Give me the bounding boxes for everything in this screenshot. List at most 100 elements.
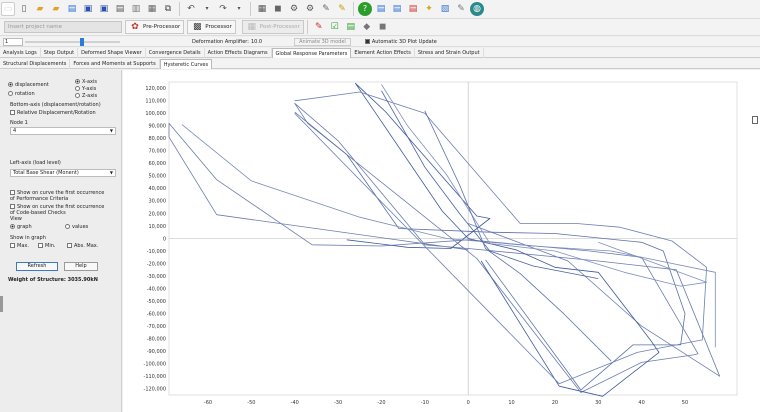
postprocessor-button[interactable]: ▦ Post-Processor — [241, 20, 304, 34]
displacement-radio[interactable]: displacement — [8, 82, 49, 88]
yaxis-radio-dot[interactable] — [75, 86, 80, 91]
tutorial-icon[interactable]: ▤ — [406, 2, 420, 16]
updates-icon[interactable]: ▧ — [438, 2, 452, 16]
y-tick-label: 60,000 — [149, 161, 167, 167]
max-checkbox[interactable]: Max. — [10, 243, 29, 249]
export-results-icon[interactable]: ▤ — [344, 20, 358, 34]
cube-icon[interactable]: ◼ — [376, 20, 390, 34]
code-checks-checkbox[interactable]: Show on curve the first occurrence of Co… — [10, 204, 110, 216]
tab-structural-displacements[interactable]: Structural Displacements — [0, 58, 71, 69]
relative-displacement-check[interactable] — [10, 110, 15, 115]
tab-step-output[interactable]: Step Output — [41, 47, 79, 58]
performance-criteria-label: Show on curve the first occurrence of Pe… — [10, 190, 105, 202]
refresh-button[interactable]: Refresh — [16, 262, 58, 271]
values-radio[interactable]: values — [65, 224, 88, 230]
y-tick-label: -110,000 — [144, 374, 166, 380]
tab-hysteretic-curves[interactable]: Hysteretic Curves — [159, 58, 213, 69]
y-tick-label: -120,000 — [144, 387, 166, 393]
preprocessor-button[interactable]: ✿ Pre-Processor — [125, 20, 185, 34]
rotation-radio[interactable]: rotation — [8, 91, 35, 97]
deformation-amplifier-value[interactable]: 10.0 — [251, 39, 262, 45]
save-as-icon[interactable]: ▣ — [97, 2, 111, 16]
main-toolbar: ▭ ▯ ▰ ▰ ▤ ▣ ▣ ▤ ▥ ▦ ⧉ ↶ ▾ ↷ ▾ ▦ ◼ ⚙ ⚙ ✎ … — [0, 0, 760, 19]
auto-plot-update-checkbox[interactable]: Automatic 3D Plot Update — [364, 38, 437, 45]
edit-pen-icon[interactable]: ✎ — [335, 2, 349, 16]
graph-radio-dot[interactable] — [10, 224, 15, 229]
tools-gear-icon[interactable]: ⚙ — [303, 2, 317, 16]
absmax-checkbox[interactable]: Abs. Max. — [67, 243, 98, 249]
absmax-check[interactable] — [67, 243, 72, 248]
code-checks-check[interactable] — [10, 204, 15, 209]
help-button[interactable]: Help — [64, 262, 98, 271]
web-globe-icon[interactable]: ◍ — [470, 2, 484, 16]
settings-gear-icon[interactable]: ⚙ — [287, 2, 301, 16]
xaxis-radio[interactable]: X-axis — [75, 79, 97, 85]
graph-radio[interactable]: graph — [10, 224, 32, 230]
new-icon[interactable]: ▯ — [17, 2, 31, 16]
diamond-icon[interactable]: ◆ — [360, 20, 374, 34]
x-tick-label: -60 — [204, 400, 212, 406]
tab-deformed-shape-viewer[interactable]: Deformed Shape Viewer — [78, 47, 146, 58]
tab-stress-strain-output[interactable]: Stress and Strain Output — [415, 47, 484, 58]
tab-convergence-details[interactable]: Convergence Details — [146, 47, 205, 58]
relative-displacement-checkbox[interactable]: Relative Displacement/Rotation — [10, 110, 96, 116]
y-tick-label: 80,000 — [149, 136, 167, 142]
analysis-icon[interactable]: ✎ — [312, 20, 326, 34]
print-icon[interactable]: ▦ — [145, 2, 159, 16]
report-icon[interactable]: ▥ — [129, 2, 143, 16]
displacement-radio-dot[interactable] — [8, 82, 13, 87]
open-icon[interactable]: ▰ — [49, 2, 63, 16]
open-folder-icon[interactable]: ▰ — [33, 2, 47, 16]
tab-action-effects-diagrams[interactable]: Action Effects Diagrams — [205, 47, 272, 58]
slider-thumb[interactable] — [80, 37, 84, 46]
min-check[interactable] — [38, 243, 43, 248]
resize-handle[interactable] — [752, 116, 758, 124]
box-icon[interactable]: ◼ — [271, 2, 285, 16]
dropdown-arrow-icon[interactable]: ▾ — [200, 2, 214, 16]
save-icon[interactable]: ▣ — [81, 2, 95, 16]
min-checkbox[interactable]: Min. — [38, 243, 55, 249]
left-axis-select[interactable]: Total Base Shear (Monent) ▼ — [10, 169, 116, 177]
left-axis-value: Total Base Shear (Monent) — [13, 170, 79, 176]
zaxis-radio-dot[interactable] — [75, 93, 80, 98]
zaxis-radio[interactable]: Z-axis — [75, 93, 97, 99]
dropdown-arrow-icon[interactable]: ▾ — [232, 2, 246, 16]
chart-axes — [168, 81, 738, 396]
yaxis-radio[interactable]: Y-axis — [75, 86, 96, 92]
export-icon[interactable]: ▤ — [113, 2, 127, 16]
postprocessor-icon: ▦ — [247, 22, 256, 32]
x-tick-label: -40 — [291, 400, 299, 406]
tab-forces-moments-supports[interactable]: Forces and Moments at Supports — [70, 58, 160, 69]
help-icon[interactable]: ? — [358, 2, 372, 16]
undo-icon[interactable]: ↶ — [184, 2, 198, 16]
auto-plot-update-check[interactable] — [364, 38, 370, 44]
processor-label: Processor — [205, 24, 232, 30]
check-icon[interactable]: ☑ — [328, 20, 342, 34]
performance-criteria-checkbox[interactable]: Show on curve the first occurrence of Pe… — [10, 190, 110, 202]
import-icon[interactable]: ▤ — [65, 2, 79, 16]
step-slider[interactable] — [25, 37, 120, 46]
manual-icon[interactable]: ▤ — [390, 2, 404, 16]
rotation-radio-dot[interactable] — [8, 91, 13, 96]
books-icon[interactable]: ▤ — [374, 2, 388, 16]
new-file-icon[interactable]: ▭ — [1, 2, 15, 16]
node-select[interactable]: 4 ▼ — [10, 127, 116, 135]
performance-criteria-check[interactable] — [10, 190, 15, 195]
step-spinner[interactable]: 1 — [3, 37, 23, 46]
animate-3d-button[interactable]: Animate 3D model — [294, 37, 351, 46]
panel-splitter-handle[interactable] — [0, 296, 3, 312]
redo-icon[interactable]: ↷ — [216, 2, 230, 16]
copy-icon[interactable]: ⧉ — [161, 2, 175, 16]
wrench-icon[interactable]: ✎ — [319, 2, 333, 16]
tool-icon[interactable]: ✎ — [454, 2, 468, 16]
tab-element-action-effects[interactable]: Element Action Effects — [351, 47, 415, 58]
tab-global-response-parameters[interactable]: Global Response Parameters — [271, 47, 352, 58]
license-key-icon[interactable]: ✦ — [422, 2, 436, 16]
tab-analysis-logs[interactable]: Analysis Logs — [0, 47, 41, 58]
xaxis-radio-dot[interactable] — [75, 79, 80, 84]
processor-button[interactable]: ▩ Processor — [187, 20, 236, 34]
values-radio-dot[interactable] — [65, 224, 70, 229]
max-check[interactable] — [10, 243, 15, 248]
grid-icon[interactable]: ▦ — [255, 2, 269, 16]
project-name-input[interactable]: Insert project name — [4, 21, 122, 33]
